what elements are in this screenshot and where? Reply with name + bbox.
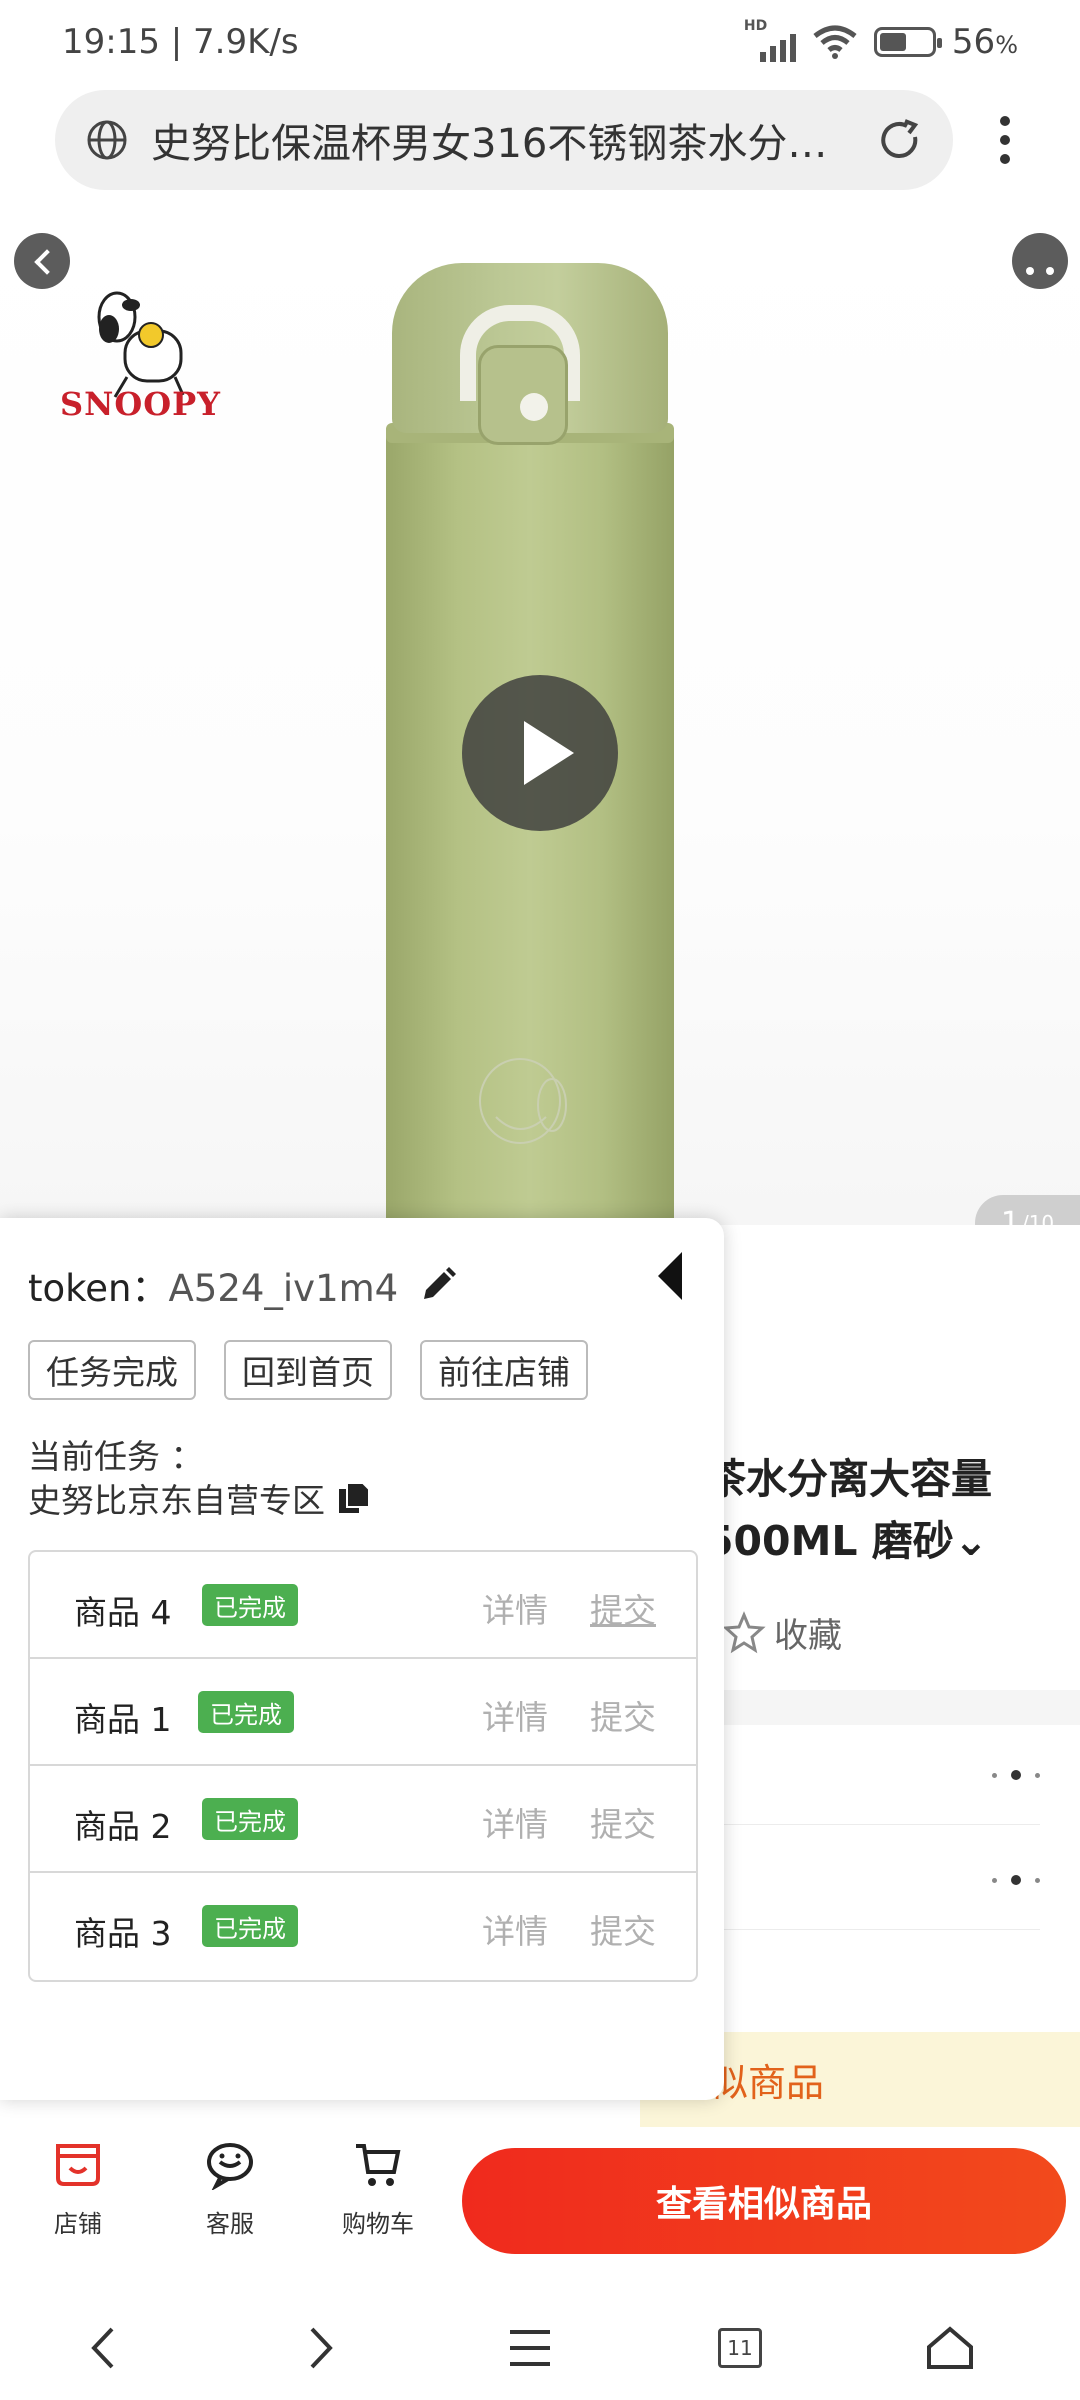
product-name: 商品 4 [74,1593,172,1632]
current-task-label: 当前任务 ： [28,1437,204,1476]
product-task-table: 商品 4 已完成 详情 提交 商品 1 已完成 详情 提交 商品 2 已完成 详… [28,1550,698,1982]
token-value: A524_iv1m4 [168,1267,399,1310]
url-text[interactable]: 史努比保温杯男女316不锈钢茶水分离... [151,111,855,169]
refresh-icon[interactable] [877,117,923,163]
signal-icon: HD [744,18,796,62]
favorite-button[interactable]: 收藏 [722,1608,842,1657]
back-home-button[interactable]: 回到首页 [224,1340,392,1400]
task-complete-button[interactable]: 任务完成 [28,1340,196,1400]
token-row: token：A524_iv1m4 [28,1258,460,1312]
store-icon [56,2144,100,2186]
more-dots-icon [992,1874,1040,1886]
store-button[interactable]: 店铺 [18,2138,138,2248]
detail-link[interactable]: 详情 [482,1905,548,1953]
customer-service-button[interactable]: 客服 [170,2138,290,2248]
battery-percent: 56% [951,22,1018,62]
detail-link[interactable]: 详情 [482,1691,548,1739]
address-bar[interactable]: 史努比保温杯男女316不锈钢茶水分离... [55,90,953,190]
cart-icon [356,2144,401,2186]
collapse-panel-icon[interactable] [654,1248,686,1304]
edit-icon[interactable] [416,1263,460,1307]
favorite-label: 收藏 [774,1616,842,1656]
home-icon [927,2326,973,2369]
brand-logo-text: SNOOPY [60,385,222,423]
current-task: 史努比京东自营专区 [28,1474,373,1522]
bottle-lock [478,345,568,445]
table-row: 商品 3 已完成 详情 提交 [30,1873,696,1980]
submit-link[interactable]: 提交 [590,1905,656,1953]
more-menu-icon[interactable] [990,110,1020,170]
table-row: 商品 1 已完成 详情 提交 [30,1659,696,1766]
service-label: 客服 [206,2210,254,2238]
view-similar-button[interactable]: 查看相似商品 [462,2148,1066,2254]
table-row: 商品 2 已完成 详情 提交 [30,1766,696,1873]
product-title: 茶水分离大容量 500ML 磨砂⌄ [705,1455,992,1565]
home-nav-button[interactable] [918,2316,982,2380]
status-icons: HD 56% [744,18,1018,62]
tabs-nav-button[interactable]: 11 [708,2316,772,2380]
wifi-icon [813,25,857,59]
submit-link[interactable]: 提交 [590,1691,656,1739]
panel-actions: 任务完成 回到首页 前往店铺 [28,1340,588,1400]
cart-button[interactable]: 购物车 [318,2138,438,2248]
product-name: 商品 1 [74,1700,172,1739]
bottle-lock-dot [520,393,548,421]
tabs-count-icon: 11 [718,2328,762,2368]
status-bar: 19:15 | 7.9K/s HD 56% [0,0,1080,84]
chevron-left-icon [91,2327,114,2369]
product-image-carousel[interactable]: SNOOPY 1/10 [0,205,1080,1225]
copy-icon[interactable] [335,1479,373,1517]
status-badge: 已完成 [202,1798,298,1840]
status-badge: 已完成 [202,1584,298,1626]
cart-label: 购物车 [342,2210,414,2238]
snoopy-emblem-icon [479,1058,567,1144]
menu-nav-button[interactable] [498,2316,562,2380]
submit-link[interactable]: 提交 [590,1584,656,1632]
back-nav-button[interactable] [72,2316,136,2380]
battery-icon [873,27,942,57]
play-video-button[interactable] [462,675,618,831]
bottom-action-bar: 店铺 客服 购物车 查看相似商品 [0,2128,1080,2260]
table-row: 商品 4 已完成 详情 提交 [30,1552,696,1659]
chevron-right-icon [310,2327,333,2369]
system-nav-bar: 11 [0,2280,1080,2400]
status-badge: 已完成 [202,1905,298,1947]
task-panel: token：A524_iv1m4 任务完成 回到首页 前往店铺 当前任务 ： 史… [0,1218,724,2100]
current-task-name: 史努比京东自营专区 [28,1481,325,1520]
more-dots-icon [992,1769,1040,1781]
submit-link[interactable]: 提交 [590,1798,656,1846]
hamburger-icon [510,2330,550,2366]
image-pager: 1/10 [975,1195,1080,1225]
product-name: 商品 3 [74,1914,172,1953]
forward-nav-button[interactable] [288,2316,352,2380]
store-label: 店铺 [54,2210,102,2238]
detail-link[interactable]: 详情 [482,1584,548,1632]
chat-icon [207,2143,253,2190]
network-type-label: HD [743,18,768,34]
go-store-button[interactable]: 前往店铺 [420,1340,588,1400]
token-label: token： [28,1267,169,1310]
more-icon[interactable] [1012,233,1068,289]
star-icon [722,1610,766,1653]
status-badge: 已完成 [198,1691,294,1733]
product-name: 商品 2 [74,1807,172,1846]
detail-link[interactable]: 详情 [482,1798,548,1846]
status-time: 19:15 | 7.9K/s [62,22,299,62]
globe-icon [87,120,127,160]
